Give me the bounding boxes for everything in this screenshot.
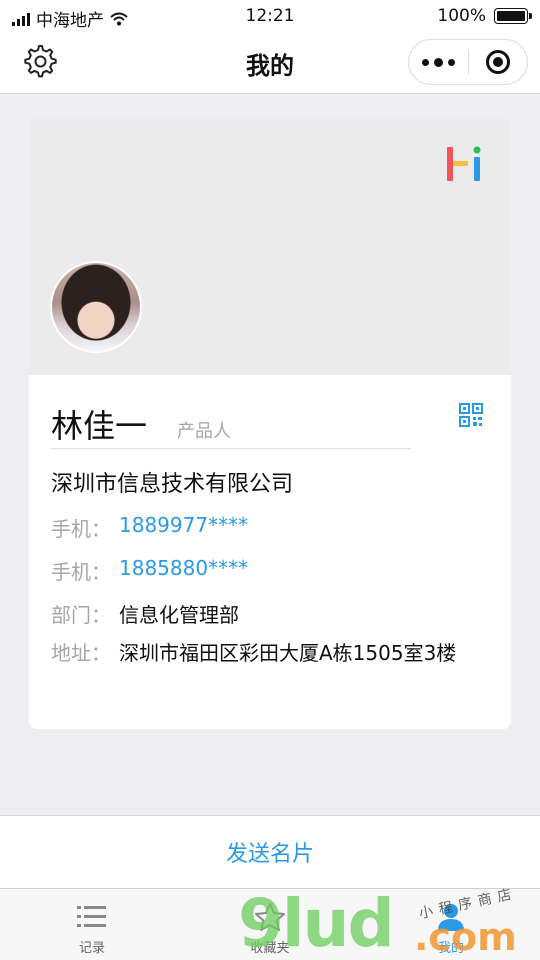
name-row: 林佳一 产品人 (51, 401, 411, 449)
target-circle-icon (485, 50, 510, 74)
business-card: 林佳一 产品人 深圳市信息技术有限公司 手机： 1889977**** 手机： … (29, 117, 511, 729)
send-card-bar: 发送名片 (0, 815, 540, 888)
more-dots-icon[interactable] (409, 57, 468, 67)
company-name: 深圳市信息技术有限公司 (51, 472, 294, 497)
phone-row-2: 手机： 1885880**** (51, 556, 248, 585)
person-name: 林佳一 (51, 407, 148, 445)
card-header (29, 117, 511, 375)
close-mini-program-button[interactable] (469, 50, 528, 74)
status-bar: 中海地产 12:21 100% (0, 0, 540, 32)
tab-bar: 记录 收藏夹 我的 (0, 888, 540, 960)
phone-link[interactable]: 1885880**** (119, 556, 248, 585)
star-icon (255, 903, 285, 931)
tab-mine[interactable]: 我的 (391, 889, 511, 960)
tab-label: 收藏夹 (250, 941, 290, 956)
department-value: 信息化管理部 (119, 603, 239, 627)
department-row: 部门： 信息化管理部 (51, 599, 239, 628)
status-right: 100% (437, 6, 532, 26)
tab-favorites[interactable]: 收藏夹 (210, 889, 330, 960)
address-value: 深圳市福田区彩田大厦A栋1505室3楼 (119, 641, 457, 665)
address-label: 地址： (51, 641, 111, 665)
tab-label: 记录 (78, 941, 105, 956)
nav-bar: 我的 (0, 32, 540, 94)
department-label: 部门： (51, 603, 111, 627)
phone-label: 手机： (51, 560, 111, 584)
battery-icon (494, 8, 532, 24)
address-row: 地址： 深圳市福田区彩田大厦A栋1505室3楼 (51, 635, 481, 671)
battery-percent: 100% (437, 6, 486, 26)
send-card-button[interactable]: 发送名片 (226, 836, 314, 868)
hi-logo-icon (447, 146, 481, 181)
tab-records[interactable]: 记录 (32, 889, 152, 960)
phone-row-1: 手机： 1889977**** (51, 513, 248, 542)
list-icon (77, 906, 106, 927)
person-icon (438, 904, 464, 931)
phone-label: 手机： (51, 517, 111, 541)
avatar (50, 261, 142, 353)
battery-fill (497, 11, 525, 21)
qr-code-icon[interactable] (459, 403, 483, 427)
mini-program-capsule (408, 39, 528, 85)
phone-link[interactable]: 1889977**** (119, 513, 248, 542)
person-title: 产品人 (177, 421, 231, 442)
tab-label: 我的 (437, 941, 464, 956)
